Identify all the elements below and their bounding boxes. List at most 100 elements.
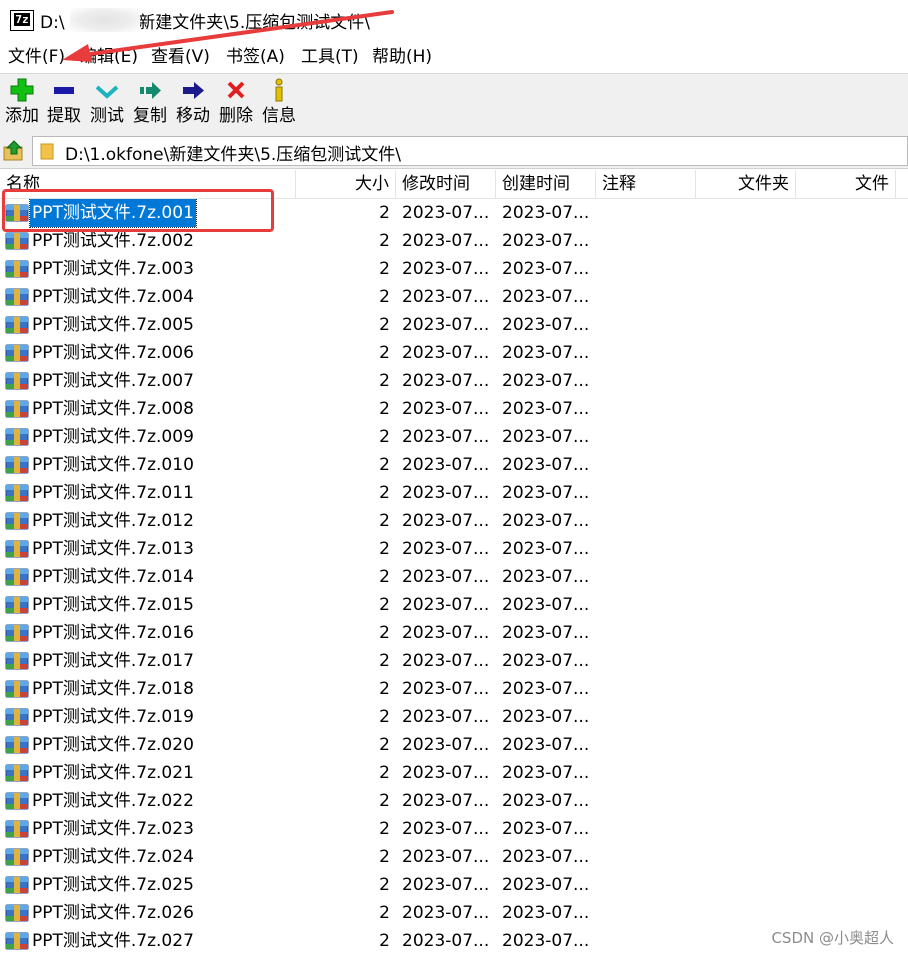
column-created[interactable]: 创建时间 — [496, 170, 596, 198]
file-created: 2023-07... — [502, 791, 590, 811]
file-modified: 2023-07... — [402, 399, 490, 419]
file-row[interactable]: PPT测试文件.7z.003 2 2023-07... 2023-07... — [0, 255, 908, 283]
file-size: 2 — [379, 875, 390, 895]
file-modified: 2023-07... — [402, 791, 490, 811]
address-bar: D:\1.okfone\新建文件夹\5.压缩包测试文件\ — [0, 134, 908, 169]
file-modified: 2023-07... — [402, 651, 490, 671]
file-name: PPT测试文件.7z.017 — [32, 651, 194, 671]
menu-file[interactable]: 文件(F) — [6, 46, 67, 68]
file-row[interactable]: PPT测试文件.7z.006 2 2023-07... 2023-07... — [0, 339, 908, 367]
file-name: PPT测试文件.7z.027 — [32, 931, 194, 951]
file-modified: 2023-07... — [402, 287, 490, 307]
menu-help[interactable]: 帮助(H) — [370, 46, 434, 68]
file-list[interactable]: PPT测试文件.7z.001 2 2023-07... 2023-07... PPT测试… — [0, 199, 908, 956]
file-modified: 2023-07... — [402, 315, 490, 335]
test-button[interactable]: 测试 — [87, 76, 127, 132]
archive-file-icon — [5, 736, 29, 754]
archive-file-icon — [5, 708, 29, 726]
file-row[interactable]: PPT测试文件.7z.008 2 2023-07... 2023-07... — [0, 395, 908, 423]
file-modified: 2023-07... — [402, 875, 490, 895]
file-name: PPT测试文件.7z.026 — [32, 903, 194, 923]
file-row[interactable]: PPT测试文件.7z.023 2 2023-07... 2023-07... — [0, 815, 908, 843]
file-row[interactable]: PPT测试文件.7z.021 2 2023-07... 2023-07... — [0, 759, 908, 787]
file-row[interactable]: PPT测试文件.7z.017 2 2023-07... 2023-07... — [0, 647, 908, 675]
file-row[interactable]: PPT测试文件.7z.011 2 2023-07... 2023-07... — [0, 479, 908, 507]
move-button[interactable]: 移动 — [173, 76, 213, 132]
file-size: 2 — [379, 903, 390, 923]
file-row[interactable]: PPT测试文件.7z.010 2 2023-07... 2023-07... — [0, 451, 908, 479]
file-row[interactable]: PPT测试文件.7z.019 2 2023-07... 2023-07... — [0, 703, 908, 731]
file-name: PPT测试文件.7z.024 — [32, 847, 194, 867]
file-row[interactable]: PPT测试文件.7z.014 2 2023-07... 2023-07... — [0, 563, 908, 591]
extract-button[interactable]: 提取 — [44, 76, 84, 132]
archive-file-icon — [5, 232, 29, 250]
file-name: PPT测试文件.7z.021 — [32, 763, 194, 783]
menu-view[interactable]: 查看(V) — [149, 46, 212, 68]
info-label: 信息 — [262, 106, 296, 126]
test-icon — [95, 85, 119, 99]
file-size: 2 — [379, 343, 390, 363]
file-modified: 2023-07... — [402, 483, 490, 503]
column-modified[interactable]: 修改时间 — [396, 170, 496, 198]
file-row[interactable]: PPT测试文件.7z.016 2 2023-07... 2023-07... — [0, 619, 908, 647]
archive-file-icon — [5, 624, 29, 642]
file-row[interactable]: PPT测试文件.7z.024 2 2023-07... 2023-07... — [0, 843, 908, 871]
archive-file-icon — [5, 428, 29, 446]
file-row[interactable]: PPT测试文件.7z.026 2 2023-07... 2023-07... — [0, 899, 908, 927]
menu-edit[interactable]: 编辑(E) — [78, 46, 140, 68]
menu-bar: 文件(F) 编辑(E) 查看(V) 书签(A) 工具(T) 帮助(H) — [0, 42, 908, 72]
file-name: PPT测试文件.7z.010 — [32, 455, 194, 475]
file-row[interactable]: PPT测试文件.7z.001 2 2023-07... 2023-07... — [0, 199, 908, 228]
file-modified: 2023-07... — [402, 343, 490, 363]
file-name: PPT测试文件.7z.006 — [32, 343, 194, 363]
folder-up-icon[interactable] — [2, 139, 26, 163]
file-row[interactable]: PPT测试文件.7z.004 2 2023-07... 2023-07... — [0, 283, 908, 311]
file-created: 2023-07... — [502, 707, 590, 727]
title-redacted-area — [70, 8, 140, 32]
file-size: 2 — [379, 707, 390, 727]
file-row[interactable]: PPT测试文件.7z.012 2 2023-07... 2023-07... — [0, 507, 908, 535]
archive-file-icon — [5, 820, 29, 838]
column-folders[interactable]: 文件夹 — [696, 170, 796, 198]
file-row[interactable]: PPT测试文件.7z.009 2 2023-07... 2023-07... — [0, 423, 908, 451]
column-name[interactable]: 名称 — [0, 170, 296, 198]
file-size: 2 — [379, 455, 390, 475]
add-button[interactable]: 添加 — [2, 76, 42, 132]
file-row[interactable]: PPT测试文件.7z.018 2 2023-07... 2023-07... — [0, 675, 908, 703]
file-row[interactable]: PPT测试文件.7z.005 2 2023-07... 2023-07... — [0, 311, 908, 339]
menu-bookmarks[interactable]: 书签(A) — [224, 46, 287, 68]
archive-file-icon — [5, 316, 29, 334]
7zip-app-icon[interactable]: 7z — [10, 10, 34, 31]
file-name: PPT测试文件.7z.003 — [32, 259, 194, 279]
file-modified: 2023-07... — [402, 511, 490, 531]
file-created: 2023-07... — [502, 763, 590, 783]
copy-button[interactable]: 复制 — [130, 76, 170, 132]
archive-file-icon — [5, 372, 29, 390]
file-row[interactable]: PPT测试文件.7z.020 2 2023-07... 2023-07... — [0, 731, 908, 759]
column-comment[interactable]: 注释 — [596, 170, 696, 198]
file-row[interactable]: PPT测试文件.7z.013 2 2023-07... 2023-07... — [0, 535, 908, 563]
file-size: 2 — [379, 315, 390, 335]
info-button[interactable]: 信息 — [259, 76, 299, 132]
file-created: 2023-07... — [502, 819, 590, 839]
column-size[interactable]: 大小 — [296, 170, 396, 198]
file-row[interactable]: PPT测试文件.7z.022 2 2023-07... 2023-07... — [0, 787, 908, 815]
file-name: PPT测试文件.7z.022 — [32, 791, 194, 811]
file-name: PPT测试文件.7z.004 — [32, 287, 194, 307]
file-created: 2023-07... — [502, 427, 590, 447]
file-row[interactable]: PPT测试文件.7z.002 2 2023-07... 2023-07... — [0, 227, 908, 255]
delete-button[interactable]: 删除 — [216, 76, 256, 132]
file-modified: 2023-07... — [402, 595, 490, 615]
file-name: PPT测试文件.7z.016 — [32, 623, 194, 643]
file-size: 2 — [379, 427, 390, 447]
file-name: PPT测试文件.7z.023 — [32, 819, 194, 839]
archive-file-icon — [5, 568, 29, 586]
file-row[interactable]: PPT测试文件.7z.007 2 2023-07... 2023-07... — [0, 367, 908, 395]
file-name: PPT测试文件.7z.019 — [32, 707, 194, 727]
column-files[interactable]: 文件 — [796, 170, 896, 198]
file-row[interactable]: PPT测试文件.7z.025 2 2023-07... 2023-07... — [0, 871, 908, 899]
menu-tools[interactable]: 工具(T) — [299, 46, 361, 68]
app-icon-text: 7z — [14, 13, 30, 26]
address-field[interactable]: D:\1.okfone\新建文件夹\5.压缩包测试文件\ — [32, 136, 908, 166]
file-row[interactable]: PPT测试文件.7z.015 2 2023-07... 2023-07... — [0, 591, 908, 619]
